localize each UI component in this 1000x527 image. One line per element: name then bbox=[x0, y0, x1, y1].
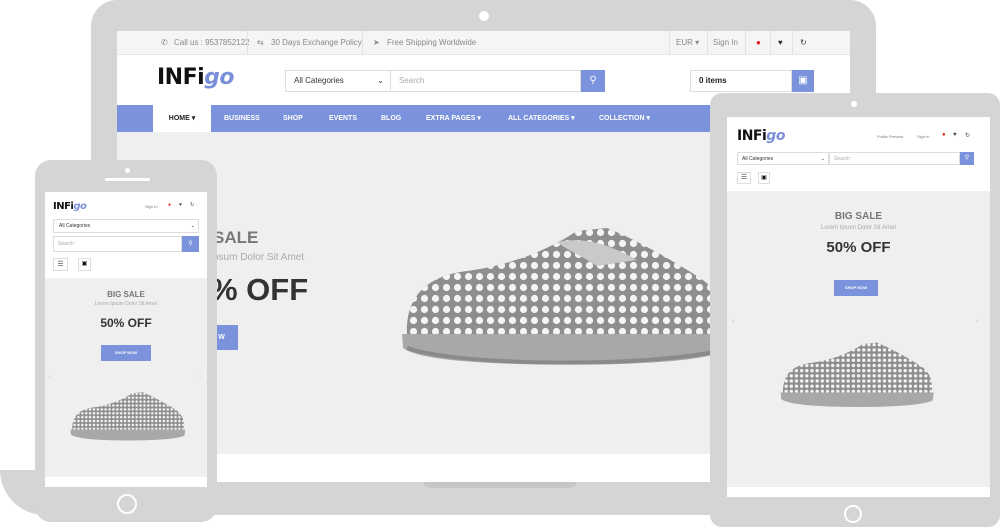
cart-button[interactable]: ▣ bbox=[792, 70, 814, 92]
phone-search-icon: ⚲ bbox=[188, 241, 193, 247]
logo-main: INFi bbox=[157, 65, 205, 90]
phone-icon: ✆ bbox=[161, 38, 168, 47]
nav-events[interactable]: EVENTS bbox=[329, 105, 357, 132]
tablet-shoe-image bbox=[780, 342, 934, 407]
phone-camera bbox=[125, 168, 130, 173]
nav-collection[interactable]: COLLECTION ▾ bbox=[599, 105, 650, 132]
phone-banner: BIG SALE Lorem Ipsum Dolor Sit Amet 50% … bbox=[45, 278, 207, 477]
chevron-down-icon: ⌄ bbox=[377, 76, 384, 85]
tablet-shop-now-button[interactable]: SHOP NOW bbox=[834, 280, 878, 296]
nav-all-categories-label: ALL CATEGORIES bbox=[508, 115, 570, 122]
shipping-text: Free Shipping Worldwide bbox=[387, 38, 477, 47]
tablet-search-icon: ⚲ bbox=[964, 155, 970, 161]
banner-subtitle: psum Dolor Sit Amet bbox=[213, 252, 305, 263]
tablet-bag-icon[interactable]: ▣ bbox=[758, 172, 770, 184]
plane-icon: ➤ bbox=[373, 38, 380, 47]
banner-offer: % OFF bbox=[210, 272, 309, 307]
phone-category-select[interactable]: All Categories ⌄ bbox=[53, 219, 199, 233]
nav-collection-label: COLLECTION bbox=[599, 115, 645, 122]
logo-go: go bbox=[204, 65, 235, 90]
tablet-logo[interactable]: INFigo bbox=[737, 128, 785, 144]
nav-all-categories[interactable]: ALL CATEGORIES ▾ bbox=[508, 105, 575, 132]
signin-link[interactable]: Sign In bbox=[713, 38, 738, 47]
tablet-logo-main: INFi bbox=[737, 128, 767, 144]
phone-menu-icon[interactable]: ☰ bbox=[53, 258, 68, 271]
phone-heart-icon[interactable]: ♥ bbox=[179, 202, 182, 208]
phone-logo[interactable]: INFigo bbox=[53, 201, 87, 212]
phone-screen: INFigo Sign In ● ♥ ↻ All Categories ⌄ Se… bbox=[45, 192, 207, 487]
phone-next-icon[interactable]: › bbox=[199, 374, 201, 380]
phone-bag-icon[interactable]: ▣ bbox=[78, 258, 91, 271]
exchange-text: 30 Days Exchange Policy bbox=[271, 38, 362, 47]
bag-icon: ▣ bbox=[798, 75, 808, 86]
tablet-menu-icon[interactable]: ☰ bbox=[737, 172, 751, 184]
nav-business[interactable]: BUSINESS bbox=[224, 105, 260, 132]
phone-logo-main: INFi bbox=[53, 201, 74, 212]
search-input[interactable]: Search bbox=[391, 70, 581, 92]
tablet-signin-link[interactable]: Sign In bbox=[917, 134, 929, 139]
tablet-search-input[interactable]: Search bbox=[829, 152, 960, 165]
phone-prev-icon[interactable]: ‹ bbox=[49, 374, 51, 380]
tablet-category-select[interactable]: All Categories ⌄ bbox=[737, 152, 829, 165]
nav-extra-pages-label: EXTRA PAGES bbox=[426, 115, 476, 122]
phone-speaker bbox=[105, 178, 150, 181]
refresh-icon[interactable]: ↻ bbox=[800, 38, 807, 47]
call-text: Call us : 9537852122 bbox=[174, 38, 250, 47]
shoe-image bbox=[402, 228, 727, 365]
category-select[interactable]: All Categories ⌄ bbox=[285, 70, 391, 92]
tablet-lang-select[interactable]: Public Preview bbox=[877, 134, 903, 139]
responsive-mockup: ✆ Call us : 9537852122 ⇆ 30 Days Exchang… bbox=[0, 0, 1000, 527]
tablet-screen: INFigo Public Preview Sign In ● ♥ ↻ All … bbox=[727, 117, 990, 497]
tablet-camera bbox=[851, 101, 857, 107]
top-bar: ✆ Call us : 9537852122 ⇆ 30 Days Exchang… bbox=[117, 31, 850, 55]
tablet-banner: BIG SALE Lorem Ipsum Dolor Sit Amet 50% … bbox=[727, 191, 990, 487]
nav-blog[interactable]: BLOG bbox=[381, 105, 401, 132]
cart-summary[interactable]: 0 items bbox=[690, 70, 792, 92]
currency-select[interactable]: EUR ▾ bbox=[676, 38, 699, 47]
tablet-chevron-icon: ⌄ bbox=[820, 156, 825, 162]
nav-home-label: HOME bbox=[168, 115, 190, 122]
tablet-bell-icon[interactable]: ● bbox=[942, 132, 946, 138]
phone-banner-offer: 50% OFF bbox=[100, 316, 152, 330]
phone-banner-title: BIG SALE bbox=[107, 290, 145, 299]
tablet-next-icon[interactable]: › bbox=[976, 318, 978, 325]
tablet-home-button[interactable] bbox=[844, 505, 862, 523]
nav-extra-pages[interactable]: EXTRA PAGES ▾ bbox=[426, 105, 481, 132]
phone-shoe-image bbox=[70, 392, 186, 441]
tablet-banner-title: BIG SALE bbox=[834, 211, 883, 222]
logo[interactable]: INFigo bbox=[157, 65, 235, 90]
tablet-refresh-icon[interactable]: ↻ bbox=[965, 132, 970, 139]
phone-logo-go: go bbox=[73, 201, 87, 212]
phone-category-label: All Categories bbox=[59, 223, 91, 229]
phone-bell-icon[interactable]: ● bbox=[168, 202, 171, 208]
phone-search-button[interactable]: ⚲ bbox=[182, 236, 199, 252]
tablet-logo-go: go bbox=[766, 128, 785, 144]
nav-shop[interactable]: SHOP bbox=[283, 105, 303, 132]
bell-icon[interactable]: ● bbox=[756, 38, 761, 47]
currency-label: EUR bbox=[676, 38, 693, 47]
tablet-prev-icon[interactable]: ‹ bbox=[732, 318, 734, 325]
banner-title: SALE bbox=[213, 228, 259, 247]
phone-home-button[interactable] bbox=[117, 494, 137, 514]
phone-refresh-icon[interactable]: ↻ bbox=[190, 202, 194, 208]
phone-shop-now-button[interactable]: SHOP NOW bbox=[101, 345, 151, 361]
category-label: All Categories bbox=[294, 76, 344, 85]
tablet-heart-icon[interactable]: ♥ bbox=[953, 132, 957, 138]
exchange-icon: ⇆ bbox=[257, 38, 264, 47]
search-button[interactable]: ⚲ bbox=[581, 70, 605, 92]
nav-home[interactable]: HOME ▾ bbox=[153, 105, 211, 132]
phone-chevron-icon: ⌄ bbox=[190, 223, 195, 229]
tablet-category-label: All Categories bbox=[742, 156, 774, 162]
tablet-banner-subtitle: Lorem Ipsum Dolor Sit Amet bbox=[820, 225, 897, 231]
tablet-banner-offer: 50% OFF bbox=[826, 239, 891, 256]
phone-search-input[interactable]: Search bbox=[53, 236, 182, 252]
laptop-camera bbox=[479, 11, 489, 21]
phone-signin-link[interactable]: Sign In bbox=[145, 204, 157, 209]
heart-icon[interactable]: ♥ bbox=[778, 38, 783, 47]
search-icon: ⚲ bbox=[589, 75, 597, 86]
tablet-search-button[interactable]: ⚲ bbox=[960, 152, 974, 165]
phone-banner-subtitle: Lorem Ipsum Dolor Sit Amet bbox=[94, 301, 158, 307]
